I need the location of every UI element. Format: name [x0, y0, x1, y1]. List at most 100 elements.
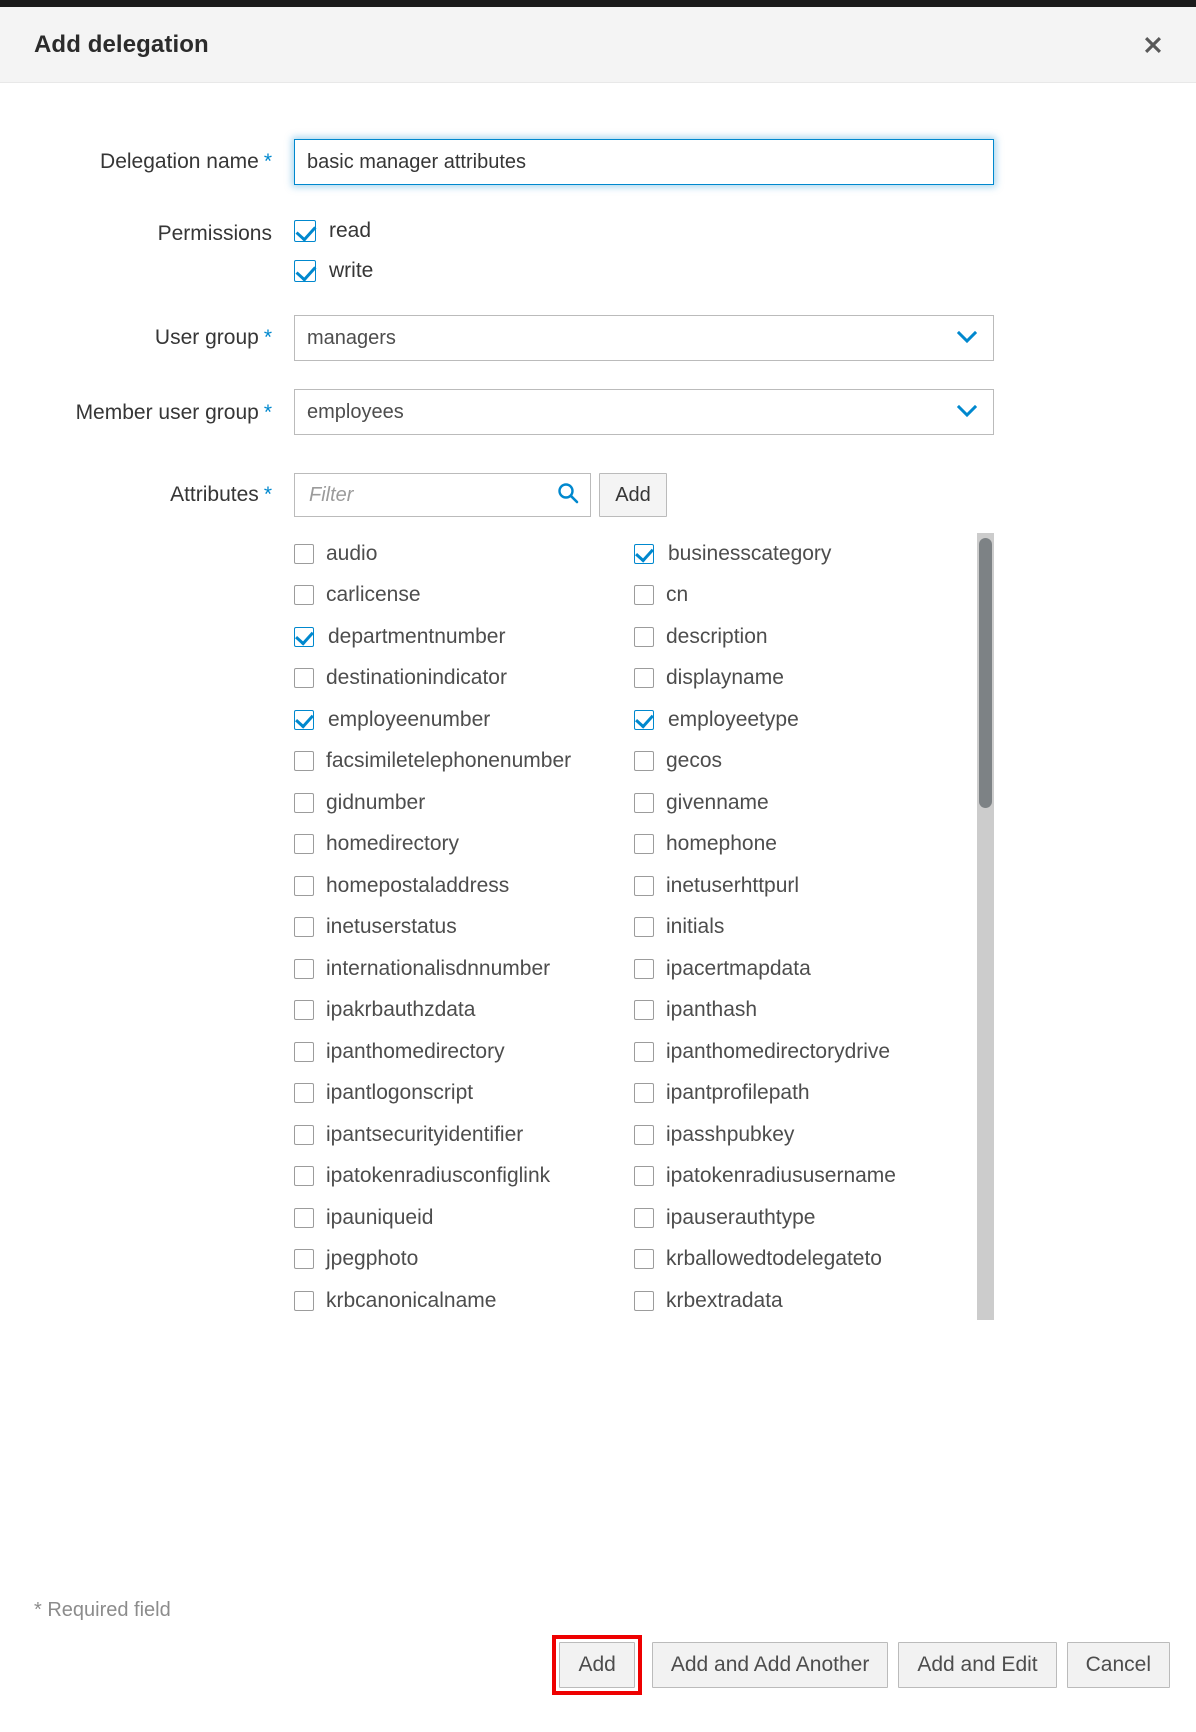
- attribute-item[interactable]: ipauniqueid: [294, 1197, 634, 1239]
- attribute-item[interactable]: description: [634, 616, 974, 658]
- attribute-checkbox[interactable]: [294, 1083, 314, 1104]
- attribute-item[interactable]: ipantlogonscript: [294, 1073, 634, 1115]
- attribute-label[interactable]: destinationindicator: [326, 666, 507, 690]
- attribute-label[interactable]: ipantprofilepath: [666, 1081, 810, 1105]
- attribute-item[interactable]: ipauserauthtype: [634, 1197, 974, 1239]
- attribute-label[interactable]: ipasshpubkey: [666, 1123, 794, 1147]
- attribute-label[interactable]: krballowedtodelegateto: [666, 1247, 882, 1271]
- attribute-label[interactable]: initials: [666, 915, 724, 939]
- attribute-item[interactable]: facsimiletelephonenumber: [294, 741, 634, 783]
- attribute-label[interactable]: ipatokenradiusconfiglink: [326, 1164, 550, 1188]
- attribute-label[interactable]: jpegphoto: [326, 1247, 418, 1271]
- attribute-item[interactable]: displayname: [634, 658, 974, 700]
- attribute-item[interactable]: ipatokenradiusconfiglink: [294, 1156, 634, 1198]
- attribute-checkbox[interactable]: [634, 626, 654, 647]
- add-and-edit-button[interactable]: Add and Edit: [898, 1642, 1057, 1688]
- permission-read-checkbox[interactable]: [294, 220, 316, 242]
- attribute-item[interactable]: ipanthomedirectory: [294, 1031, 634, 1073]
- attribute-checkbox[interactable]: [294, 917, 314, 938]
- user-group-select[interactable]: managers: [294, 315, 994, 361]
- permission-write-row[interactable]: write: [294, 251, 1162, 291]
- attribute-item[interactable]: employeetype: [634, 699, 974, 741]
- permission-write-label[interactable]: write: [329, 259, 373, 283]
- attribute-label[interactable]: givenname: [666, 791, 769, 815]
- attribute-label[interactable]: description: [666, 625, 768, 649]
- attribute-checkbox[interactable]: [634, 543, 654, 564]
- attribute-item[interactable]: homepostaladdress: [294, 865, 634, 907]
- attribute-checkbox[interactable]: [294, 875, 314, 896]
- attribute-item[interactable]: inetuserstatus: [294, 907, 634, 949]
- attribute-label[interactable]: ipantlogonscript: [326, 1081, 473, 1105]
- attribute-label[interactable]: ipantsecurityidentifier: [326, 1123, 523, 1147]
- attribute-item[interactable]: ipantsecurityidentifier: [294, 1114, 634, 1156]
- attribute-checkbox[interactable]: [634, 1290, 654, 1311]
- attribute-item[interactable]: carlicense: [294, 575, 634, 617]
- attribute-checkbox[interactable]: [634, 1083, 654, 1104]
- attribute-item[interactable]: inetuserhttpurl: [634, 865, 974, 907]
- permission-read-row[interactable]: read: [294, 211, 1162, 251]
- permission-write-checkbox[interactable]: [294, 260, 316, 282]
- attribute-item[interactable]: ipasshpubkey: [634, 1114, 974, 1156]
- attribute-filter-input[interactable]: [307, 482, 550, 508]
- add-and-add-another-button[interactable]: Add and Add Another: [651, 1642, 889, 1688]
- attribute-item[interactable]: departmentnumber: [294, 616, 634, 658]
- attribute-item[interactable]: homedirectory: [294, 824, 634, 866]
- attribute-label[interactable]: homedirectory: [326, 832, 459, 856]
- attribute-label[interactable]: employeetype: [668, 708, 799, 732]
- attribute-checkbox[interactable]: [294, 626, 314, 647]
- attribute-label[interactable]: gidnumber: [326, 791, 425, 815]
- attribute-label[interactable]: audio: [326, 542, 377, 566]
- attribute-checkbox[interactable]: [634, 1041, 654, 1062]
- permission-read-label[interactable]: read: [329, 219, 371, 243]
- attribute-item[interactable]: jpegphoto: [294, 1239, 634, 1281]
- attribute-checkbox[interactable]: [294, 1207, 314, 1228]
- attribute-label[interactable]: ipauniqueid: [326, 1206, 433, 1230]
- attribute-checkbox[interactable]: [294, 585, 314, 606]
- add-attribute-button[interactable]: Add: [599, 473, 667, 517]
- attribute-label[interactable]: inetuserstatus: [326, 915, 457, 939]
- attribute-label[interactable]: internationalisdnnumber: [326, 957, 550, 981]
- attribute-checkbox[interactable]: [634, 917, 654, 938]
- attribute-item[interactable]: initials: [634, 907, 974, 949]
- attribute-checkbox[interactable]: [294, 1166, 314, 1187]
- attribute-item[interactable]: audio: [294, 533, 634, 575]
- attribute-checkbox[interactable]: [634, 1124, 654, 1145]
- attribute-item[interactable]: ipanthash: [634, 990, 974, 1032]
- attribute-item[interactable]: givenname: [634, 782, 974, 824]
- attribute-item[interactable]: krbcanonicalname: [294, 1280, 634, 1320]
- attribute-checkbox[interactable]: [294, 709, 314, 730]
- attribute-checkbox[interactable]: [634, 1000, 654, 1021]
- attribute-label[interactable]: departmentnumber: [328, 625, 505, 649]
- attribute-label[interactable]: carlicense: [326, 583, 421, 607]
- attribute-label[interactable]: ipauserauthtype: [666, 1206, 815, 1230]
- attribute-item[interactable]: businesscategory: [634, 533, 974, 575]
- attribute-label[interactable]: cn: [666, 583, 688, 607]
- attribute-label[interactable]: businesscategory: [668, 542, 831, 566]
- delegation-name-input[interactable]: [294, 139, 994, 185]
- attribute-item[interactable]: employeenumber: [294, 699, 634, 741]
- attribute-item[interactable]: cn: [634, 575, 974, 617]
- attribute-item[interactable]: ipanthomedirectorydrive: [634, 1031, 974, 1073]
- attribute-item[interactable]: ipacertmapdata: [634, 948, 974, 990]
- attribute-item[interactable]: destinationindicator: [294, 658, 634, 700]
- attribute-checkbox[interactable]: [294, 834, 314, 855]
- attribute-checkbox[interactable]: [634, 958, 654, 979]
- attribute-item[interactable]: gidnumber: [294, 782, 634, 824]
- attribute-label[interactable]: homepostaladdress: [326, 874, 509, 898]
- search-icon[interactable]: [556, 481, 580, 510]
- attribute-checkbox[interactable]: [634, 834, 654, 855]
- attribute-label[interactable]: displayname: [666, 666, 784, 690]
- attribute-item[interactable]: ipakrbauthzdata: [294, 990, 634, 1032]
- attribute-checkbox[interactable]: [634, 1166, 654, 1187]
- attributes-scrollbar-thumb[interactable]: [979, 538, 992, 808]
- attribute-label[interactable]: homephone: [666, 832, 777, 856]
- attribute-item[interactable]: krbextradata: [634, 1280, 974, 1320]
- member-user-group-select[interactable]: employees: [294, 389, 994, 435]
- attribute-item[interactable]: homephone: [634, 824, 974, 866]
- attribute-checkbox[interactable]: [634, 792, 654, 813]
- attribute-checkbox[interactable]: [294, 751, 314, 772]
- attribute-checkbox[interactable]: [634, 751, 654, 772]
- attribute-item[interactable]: ipatokenradiususername: [634, 1156, 974, 1198]
- attribute-checkbox[interactable]: [294, 1290, 314, 1311]
- attribute-checkbox[interactable]: [294, 668, 314, 689]
